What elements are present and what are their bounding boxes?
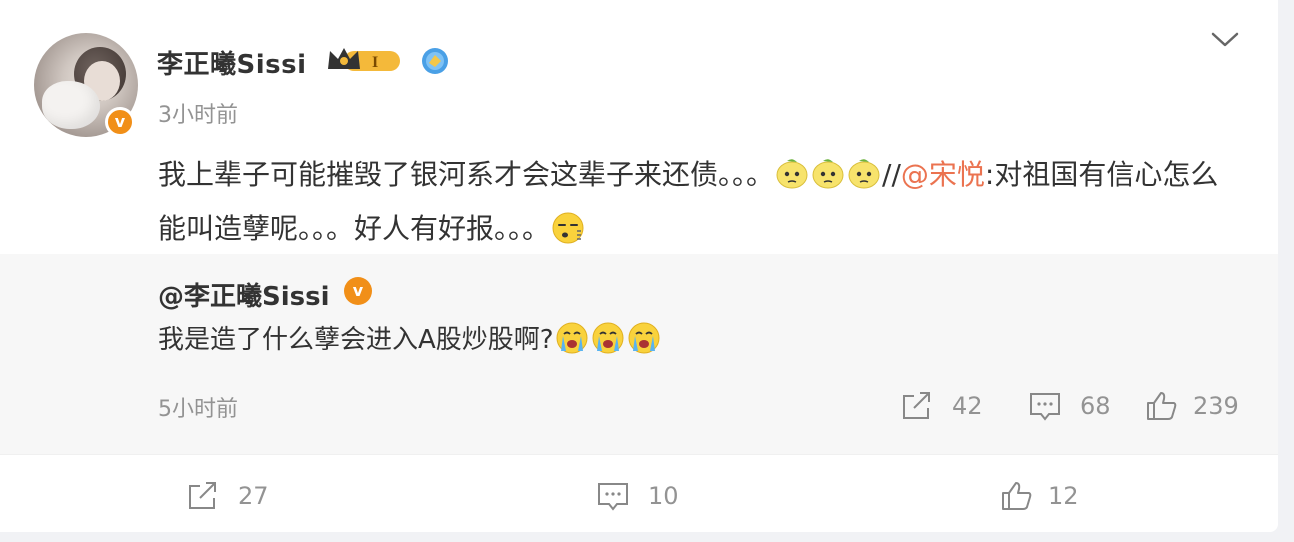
post-username[interactable]: 李正曦Sissi — [157, 44, 307, 81]
repost-share-button[interactable]: 42 — [900, 388, 990, 424]
share-icon — [189, 482, 216, 509]
lemon-face-emoji-icon — [776, 159, 808, 189]
like-button[interactable]: 12 — [1000, 478, 1100, 514]
share-icon — [903, 392, 930, 419]
blue-medal-icon — [422, 48, 448, 74]
sleepy-face-emoji-icon — [552, 212, 584, 244]
comment-count: 10 — [648, 482, 679, 510]
share-count: 27 — [238, 482, 269, 510]
repost-text: 我是造了什么孽会进入A股炒股啊? — [158, 320, 662, 360]
crying-face-emoji-icon — [592, 322, 624, 354]
post-text: 我上辈子可能摧毁了银河系才会这辈子来还债。。。 //@宋悦:对祖国有信心怎么能叫… — [158, 148, 1238, 256]
repost-text-body: 我是造了什么孽会进入A股炒股啊? — [158, 325, 554, 355]
divider — [0, 454, 1278, 455]
repost-username[interactable]: @李正曦Sissi — [158, 276, 330, 313]
thumbs-up-icon — [1002, 482, 1032, 510]
weibo-post-card: v 李正曦Sissi I 3小时前 我上辈子可能摧毁了银河系才会这辈子来还债。。… — [0, 0, 1278, 532]
lemon-face-emoji-icon — [812, 159, 844, 189]
repost-comment-button[interactable]: 68 — [1028, 388, 1118, 424]
thumbs-up-icon — [1147, 392, 1177, 420]
comment-icon — [598, 483, 628, 511]
share-button[interactable]: 27 — [186, 478, 286, 514]
crying-face-emoji-icon — [628, 322, 660, 354]
avatar-cat — [42, 81, 100, 129]
repost-comment-count: 68 — [1080, 392, 1111, 420]
repost-time[interactable]: 5小时前 — [158, 391, 238, 423]
like-count: 12 — [1048, 482, 1079, 510]
crying-face-emoji-icon — [556, 322, 588, 354]
crown-level-badge: I — [328, 48, 400, 71]
verified-v-badge: v — [105, 107, 135, 137]
repost-separator: // — [882, 158, 901, 191]
lemon-face-emoji-icon — [848, 159, 880, 189]
comment-icon — [1030, 393, 1060, 421]
mention-link[interactable]: @宋悦 — [901, 158, 985, 191]
level-label: I — [372, 54, 378, 71]
post-text-part1: 我上辈子可能摧毁了银河系才会这辈子来还债。。。 — [158, 158, 775, 191]
comment-button[interactable]: 10 — [596, 478, 696, 514]
repost-like-count: 239 — [1193, 392, 1239, 420]
chevron-down-icon[interactable] — [1208, 24, 1242, 54]
repost-share-count: 42 — [952, 392, 983, 420]
repost-like-button[interactable]: 239 — [1145, 388, 1255, 424]
post-time[interactable]: 3小时前 — [158, 97, 238, 129]
verified-v-badge: v — [344, 277, 372, 305]
